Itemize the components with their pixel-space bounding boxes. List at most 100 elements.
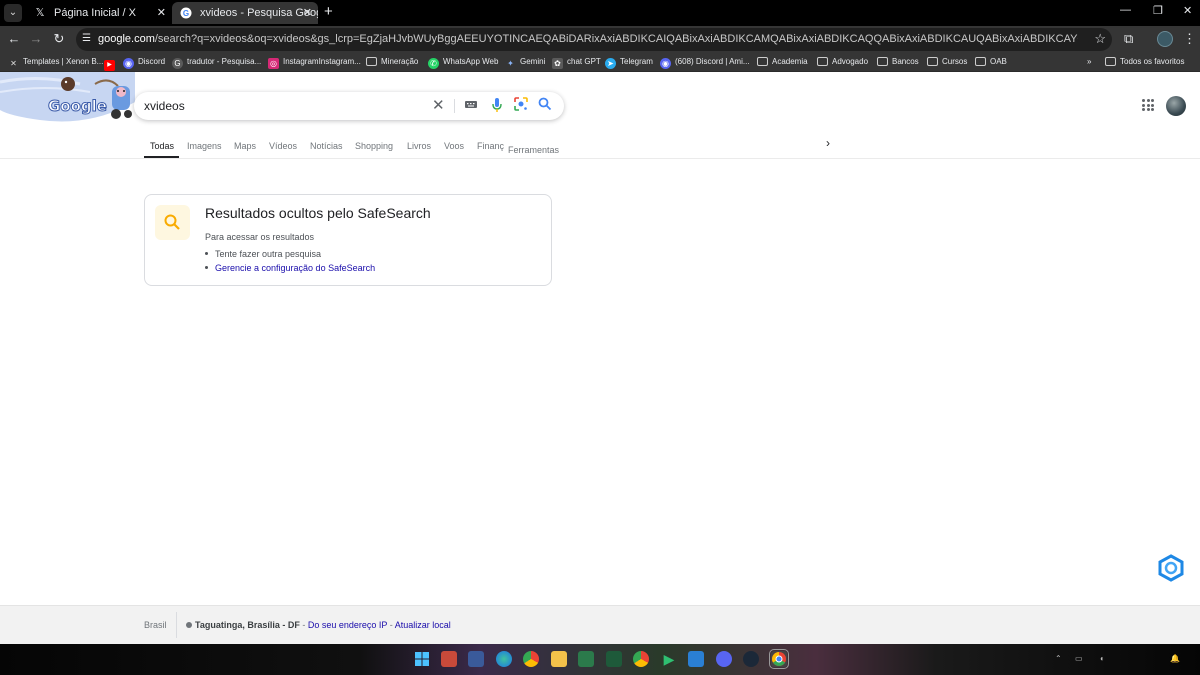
- tab-financas[interactable]: Finanç: [477, 141, 505, 151]
- tab-strip: ⌄ 𝕏 Página Inicial / X ✕ G xvideos - Pes…: [0, 0, 1200, 26]
- chrome-active-icon[interactable]: [769, 649, 789, 669]
- x-logo-icon: 𝕏: [35, 7, 45, 19]
- folder-icon: [757, 57, 768, 66]
- gemini-icon: ✦: [507, 59, 514, 68]
- taskbar-app-icon[interactable]: [606, 651, 622, 667]
- telegram-icon: ➤: [605, 58, 616, 69]
- folder-icon: [975, 57, 986, 66]
- bookmark-item[interactable]: OAB: [975, 56, 1007, 68]
- safesearch-title: Resultados ocultos pelo SafeSearch: [205, 205, 431, 221]
- tab-todas[interactable]: Todas: [150, 141, 174, 151]
- url-text: google.com/search?q=xvideos&oq=xvideos&g…: [98, 33, 1078, 45]
- bookmark-item[interactable]: ✆ WhatsApp Web: [428, 56, 498, 69]
- site-info-icon[interactable]: ☰: [82, 33, 91, 44]
- file-explorer-icon[interactable]: [551, 651, 567, 667]
- location-dot-icon: [186, 622, 192, 628]
- google-lens-icon[interactable]: [514, 97, 528, 115]
- google-logo-text: Google: [48, 97, 108, 116]
- bookmark-item[interactable]: Advogado: [817, 56, 868, 68]
- bookmark-item[interactable]: ✿ chat GPT: [552, 56, 601, 69]
- taskbar-app-icon[interactable]: [441, 651, 457, 667]
- bookmark-item[interactable]: Mineração: [366, 56, 418, 68]
- all-bookmarks[interactable]: Todos os favoritos: [1105, 56, 1184, 68]
- search-icon[interactable]: [538, 97, 552, 115]
- tools-button[interactable]: Ferramentas: [508, 145, 559, 155]
- keyboard-icon[interactable]: [464, 97, 478, 115]
- maximize-icon[interactable]: ❐: [1153, 4, 1163, 17]
- bookmark-item[interactable]: ✦ Gemini: [505, 56, 545, 69]
- bookmark-item[interactable]: Bancos: [877, 56, 919, 68]
- bookmark-item[interactable]: ◎ InstagramInstagram...: [268, 56, 361, 69]
- search-box[interactable]: xvideos ✕: [134, 92, 564, 120]
- close-window-icon[interactable]: ✕: [1183, 4, 1192, 17]
- voice-search-mic-icon[interactable]: [490, 97, 504, 117]
- close-tab-icon[interactable]: ✕: [303, 2, 312, 24]
- safesearch-search-icon: [155, 205, 190, 240]
- tab-title: xvideos - Pesquisa Google: [200, 7, 318, 19]
- list-item: Gerencie a configuração do SafeSearch: [205, 263, 375, 273]
- tab-imagens[interactable]: Imagens: [187, 141, 222, 151]
- tray-icon[interactable]: ▭: [1075, 654, 1083, 663]
- new-tab-button[interactable]: +: [324, 3, 333, 20]
- bookmark-star-icon[interactable]: ☆: [1094, 31, 1106, 47]
- tab-search-button[interactable]: ⌄: [4, 4, 22, 22]
- minimize-icon[interactable]: —: [1120, 4, 1131, 16]
- reload-icon[interactable]: ↻: [51, 31, 67, 47]
- bookmark-item[interactable]: ✕ Templates | Xenon B...: [8, 56, 103, 69]
- tab-maps[interactable]: Maps: [234, 141, 256, 151]
- edge-browser-icon[interactable]: [496, 651, 512, 667]
- play-icon[interactable]: ▶: [661, 651, 677, 667]
- forward-arrow-icon[interactable]: →: [28, 31, 44, 46]
- bookmarks-overflow-icon[interactable]: »: [1087, 56, 1091, 68]
- tab-noticias[interactable]: Notícias: [310, 141, 343, 151]
- search-input[interactable]: xvideos: [144, 99, 185, 113]
- close-tab-icon[interactable]: ✕: [157, 2, 166, 24]
- back-arrow-icon[interactable]: ←: [6, 31, 22, 46]
- discord-icon[interactable]: [716, 651, 732, 667]
- bookmark-item[interactable]: ➤ Telegram: [605, 56, 653, 69]
- taskbar-app-icon[interactable]: [578, 651, 594, 667]
- vscode-icon[interactable]: [688, 651, 704, 667]
- tab-livros[interactable]: Livros: [407, 141, 431, 151]
- bookmark-item[interactable]: Cursos: [927, 56, 967, 68]
- browser-tab-google-search[interactable]: G xvideos - Pesquisa Google ✕: [172, 2, 318, 24]
- address-bar[interactable]: ☰ google.com/search?q=xvideos&oq=xvideos…: [76, 28, 1112, 51]
- chrome-icon[interactable]: [523, 651, 539, 667]
- tray-icon[interactable]: ◐: [1100, 654, 1105, 663]
- browser-tab-x[interactable]: 𝕏 Página Inicial / X ✕: [26, 2, 172, 24]
- chevron-right-icon[interactable]: ›: [826, 136, 830, 150]
- google-doodle-logo[interactable]: Google: [0, 72, 135, 122]
- location-name: Taguatinga, Brasília - DF: [195, 620, 300, 630]
- chrome-icon[interactable]: [633, 651, 649, 667]
- tab-videos[interactable]: Vídeos: [269, 141, 297, 151]
- google-apps-grid-icon[interactable]: [1142, 99, 1154, 111]
- steam-icon[interactable]: [743, 651, 759, 667]
- ip-address-link[interactable]: Do seu endereço IP: [308, 620, 387, 630]
- bookmark-item[interactable]: ▶: [104, 56, 119, 71]
- searchbox-divider: [454, 99, 455, 113]
- bookmark-item[interactable]: ◉ Discord: [123, 56, 165, 69]
- menu-dots-icon[interactable]: ⋮: [1183, 31, 1196, 47]
- profile-avatar-icon[interactable]: [1157, 31, 1173, 47]
- page-footer: Brasil Taguatinga, Brasília - DF - Do se…: [0, 605, 1200, 644]
- account-avatar[interactable]: [1166, 96, 1186, 116]
- discord-icon: ◉: [123, 58, 134, 69]
- assistant-floating-icon[interactable]: [1157, 554, 1185, 582]
- tray-icon[interactable]: 🔔: [1170, 654, 1180, 663]
- update-location-link[interactable]: Atualizar local: [395, 620, 451, 630]
- windows-start-icon[interactable]: [414, 651, 430, 667]
- tray-icon[interactable]: ⌃: [1055, 654, 1062, 663]
- whatsapp-icon: ✆: [428, 58, 439, 69]
- extensions-icon[interactable]: ⧉: [1124, 31, 1133, 47]
- windows-taskbar: ▶ ⌃ ▭ ◐ 🔔: [0, 644, 1200, 675]
- tab-voos[interactable]: Voos: [444, 141, 464, 151]
- bookmark-item[interactable]: ◉ (608) Discord | Ami...: [660, 56, 750, 69]
- bookmark-item[interactable]: Academia: [757, 56, 808, 68]
- folder-icon: [817, 57, 828, 66]
- manage-safesearch-link[interactable]: Gerencie a configuração do SafeSearch: [215, 263, 375, 273]
- list-item: Tente fazer outra pesquisa: [205, 249, 321, 259]
- tab-shopping[interactable]: Shopping: [355, 141, 393, 151]
- clear-search-icon[interactable]: ✕: [432, 97, 445, 115]
- bookmark-item[interactable]: Gtradutor - Pesquisa...: [172, 56, 261, 69]
- taskbar-app-icon[interactable]: [468, 651, 484, 667]
